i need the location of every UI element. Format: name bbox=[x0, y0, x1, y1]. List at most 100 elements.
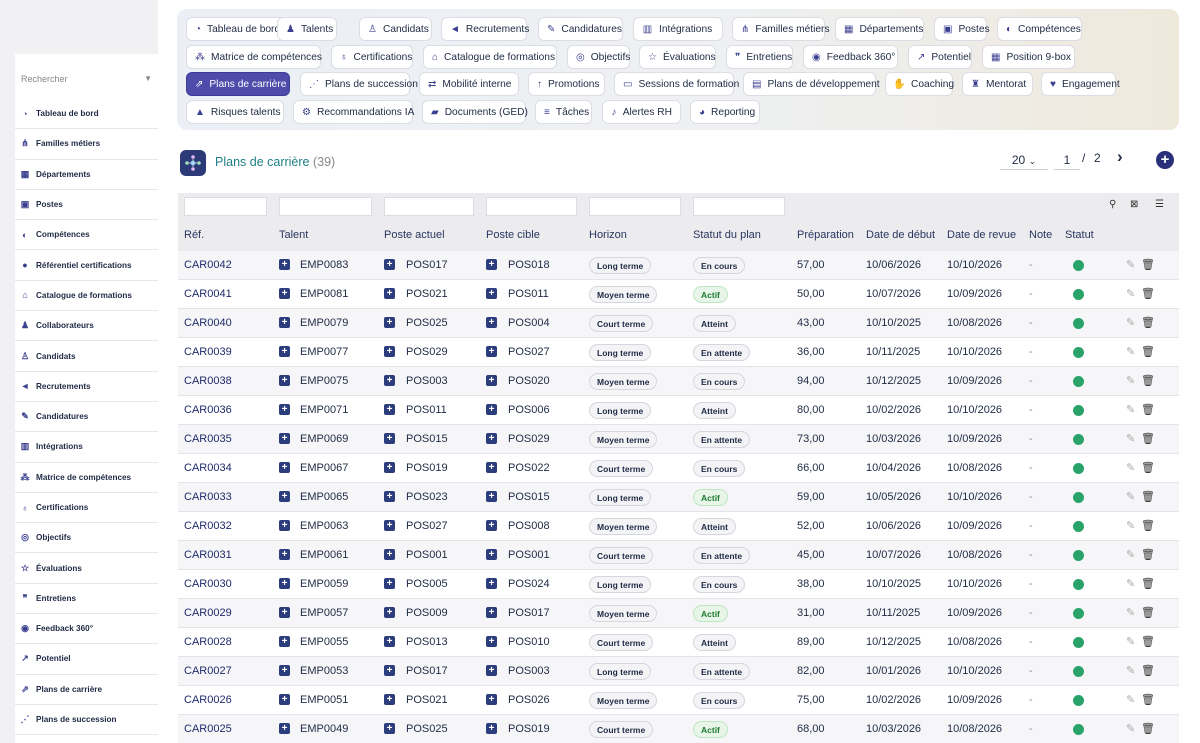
current-post-cell[interactable]: POS019 bbox=[406, 462, 448, 474]
plus-square-icon[interactable]: + bbox=[384, 549, 395, 560]
sidebar-item[interactable]: ● Référentiel certifications bbox=[15, 250, 158, 281]
sidebar-item[interactable]: ◉ Feedback 360° bbox=[15, 614, 158, 645]
next-page-icon[interactable]: › bbox=[1117, 147, 1123, 167]
sidebar-item[interactable]: ▦ Départements bbox=[15, 160, 158, 190]
target-post-cell[interactable]: POS010 bbox=[508, 636, 550, 648]
current-post-cell[interactable]: POS017 bbox=[406, 259, 448, 271]
nav-chip[interactable]: ◉ Feedback 360° bbox=[803, 45, 898, 69]
plus-square-icon[interactable]: + bbox=[486, 462, 497, 473]
pencil-icon[interactable]: ✎ bbox=[1126, 635, 1135, 648]
add-button[interactable]: + bbox=[1156, 151, 1174, 169]
table-row[interactable]: CAR0033 + EMP0065 + POS023 + POS015 Long terme A… bbox=[178, 483, 1179, 512]
pencil-icon[interactable]: ✎ bbox=[1126, 403, 1135, 416]
table-row[interactable]: CAR0025 + EMP0049 + POS025 + POS019 Court terme… bbox=[178, 715, 1179, 743]
search-icon[interactable]: ⚲ bbox=[1109, 199, 1116, 210]
column-header[interactable]: Statut bbox=[1065, 229, 1094, 241]
nav-chip[interactable]: ⋰ Plans de succession bbox=[300, 72, 418, 96]
trash-icon[interactable]: 🗑 bbox=[1141, 693, 1155, 706]
target-post-cell[interactable]: POS004 bbox=[508, 317, 550, 329]
plus-square-icon[interactable]: + bbox=[384, 433, 395, 444]
target-post-cell[interactable]: POS001 bbox=[508, 549, 550, 561]
sidebar-item[interactable]: ◎ Objectifs bbox=[15, 523, 158, 554]
filter-ref-input[interactable] bbox=[184, 197, 267, 216]
target-post-cell[interactable]: POS008 bbox=[508, 520, 550, 532]
page-size-select[interactable]: 20 ⌄ bbox=[1000, 150, 1048, 170]
trash-icon[interactable]: 🗑 bbox=[1141, 461, 1155, 474]
nav-chip[interactable]: ♥ Engagement bbox=[1041, 72, 1120, 96]
sidebar-item[interactable]: ◔ Tableau de bord bbox=[15, 99, 158, 130]
nav-chip[interactable]: ♪ Alertes RH bbox=[602, 100, 681, 124]
ref-cell[interactable]: CAR0025 bbox=[184, 723, 232, 735]
plus-square-icon[interactable]: + bbox=[279, 404, 290, 415]
sidebar-item[interactable]: ⌂ Catalogue de formations bbox=[15, 281, 158, 312]
plus-square-icon[interactable]: + bbox=[486, 317, 497, 328]
talent-cell[interactable]: EMP0055 bbox=[300, 636, 348, 648]
nav-chip[interactable]: ♁ Certifications bbox=[331, 45, 413, 69]
column-header[interactable]: Date de début bbox=[866, 229, 935, 241]
talent-cell[interactable]: EMP0053 bbox=[300, 665, 348, 677]
sidebar-item[interactable]: ♟ Collaborateurs bbox=[15, 311, 158, 342]
plus-square-icon[interactable]: + bbox=[384, 491, 395, 502]
plus-square-icon[interactable]: + bbox=[279, 665, 290, 676]
talent-cell[interactable]: EMP0075 bbox=[300, 375, 348, 387]
current-post-cell[interactable]: POS023 bbox=[406, 491, 448, 503]
ref-cell[interactable]: CAR0032 bbox=[184, 520, 232, 532]
trash-icon[interactable]: 🗑 bbox=[1141, 577, 1155, 590]
ref-cell[interactable]: CAR0041 bbox=[184, 288, 232, 300]
trash-icon[interactable]: 🗑 bbox=[1141, 258, 1155, 271]
target-post-cell[interactable]: POS017 bbox=[508, 607, 550, 619]
plus-square-icon[interactable]: + bbox=[486, 259, 497, 270]
plus-square-icon[interactable]: + bbox=[279, 317, 290, 328]
trash-icon[interactable]: 🗑 bbox=[1141, 664, 1155, 677]
plus-square-icon[interactable]: + bbox=[384, 404, 395, 415]
plus-square-icon[interactable]: + bbox=[279, 694, 290, 705]
pencil-icon[interactable]: ✎ bbox=[1126, 490, 1135, 503]
table-row[interactable]: CAR0034 + EMP0067 + POS019 + POS022 Court terme… bbox=[178, 454, 1179, 483]
target-post-cell[interactable]: POS015 bbox=[508, 491, 550, 503]
nav-chip[interactable]: ◎ Objectifs bbox=[567, 45, 630, 69]
column-header[interactable]: Préparation bbox=[797, 229, 854, 241]
plus-square-icon[interactable]: + bbox=[279, 578, 290, 589]
trash-icon[interactable]: 🗑 bbox=[1141, 635, 1155, 648]
ref-cell[interactable]: CAR0034 bbox=[184, 462, 232, 474]
current-post-cell[interactable]: POS015 bbox=[406, 433, 448, 445]
plus-square-icon[interactable]: + bbox=[384, 665, 395, 676]
nav-chip[interactable]: ▤ Plans de développement bbox=[743, 72, 880, 96]
table-row[interactable]: CAR0036 + EMP0071 + POS011 + POS006 Long terme A… bbox=[178, 396, 1179, 425]
talent-cell[interactable]: EMP0077 bbox=[300, 346, 348, 358]
plus-square-icon[interactable]: + bbox=[279, 520, 290, 531]
plus-square-icon[interactable]: + bbox=[279, 259, 290, 270]
trash-icon[interactable]: 🗑 bbox=[1141, 345, 1155, 358]
sidebar-item[interactable]: ◄ Recrutements bbox=[15, 372, 158, 402]
pencil-icon[interactable]: ✎ bbox=[1126, 519, 1135, 532]
target-post-cell[interactable]: POS027 bbox=[508, 346, 550, 358]
plus-square-icon[interactable]: + bbox=[486, 375, 497, 386]
table-row[interactable]: CAR0029 + EMP0057 + POS009 + POS017 Moyen terme… bbox=[178, 599, 1179, 628]
pencil-icon[interactable]: ✎ bbox=[1126, 374, 1135, 387]
nav-chip[interactable]: ▲ Risques talents bbox=[186, 100, 284, 124]
plus-square-icon[interactable]: + bbox=[279, 433, 290, 444]
pencil-icon[interactable]: ✎ bbox=[1126, 693, 1135, 706]
nav-chip[interactable]: ♜ Mentorat bbox=[962, 72, 1033, 96]
column-header[interactable]: Date de revue bbox=[947, 229, 1016, 241]
nav-chip[interactable]: ♙ Candidats bbox=[359, 17, 432, 41]
pencil-icon[interactable]: ✎ bbox=[1126, 664, 1135, 677]
plus-square-icon[interactable]: + bbox=[486, 549, 497, 560]
nav-chip[interactable]: ☆ Évaluations bbox=[639, 45, 716, 69]
plus-square-icon[interactable]: + bbox=[279, 549, 290, 560]
plus-square-icon[interactable]: + bbox=[486, 665, 497, 676]
current-post-cell[interactable]: POS025 bbox=[406, 723, 448, 735]
plus-square-icon[interactable]: + bbox=[384, 259, 395, 270]
plus-square-icon[interactable]: + bbox=[384, 317, 395, 328]
ref-cell[interactable]: CAR0039 bbox=[184, 346, 232, 358]
target-post-cell[interactable]: POS024 bbox=[508, 578, 550, 590]
sidebar-search-select[interactable]: Rechercher ▼ bbox=[15, 67, 158, 91]
current-post-cell[interactable]: POS005 bbox=[406, 578, 448, 590]
trash-icon[interactable]: 🗑 bbox=[1141, 519, 1155, 532]
table-row[interactable]: CAR0031 + EMP0061 + POS001 + POS001 Court terme… bbox=[178, 541, 1179, 570]
pencil-icon[interactable]: ✎ bbox=[1126, 577, 1135, 590]
talent-cell[interactable]: EMP0069 bbox=[300, 433, 348, 445]
table-row[interactable]: CAR0038 + EMP0075 + POS003 + POS020 Moyen terme… bbox=[178, 367, 1179, 396]
nav-chip[interactable]: ▣ Postes bbox=[934, 17, 990, 41]
plus-square-icon[interactable]: + bbox=[279, 462, 290, 473]
